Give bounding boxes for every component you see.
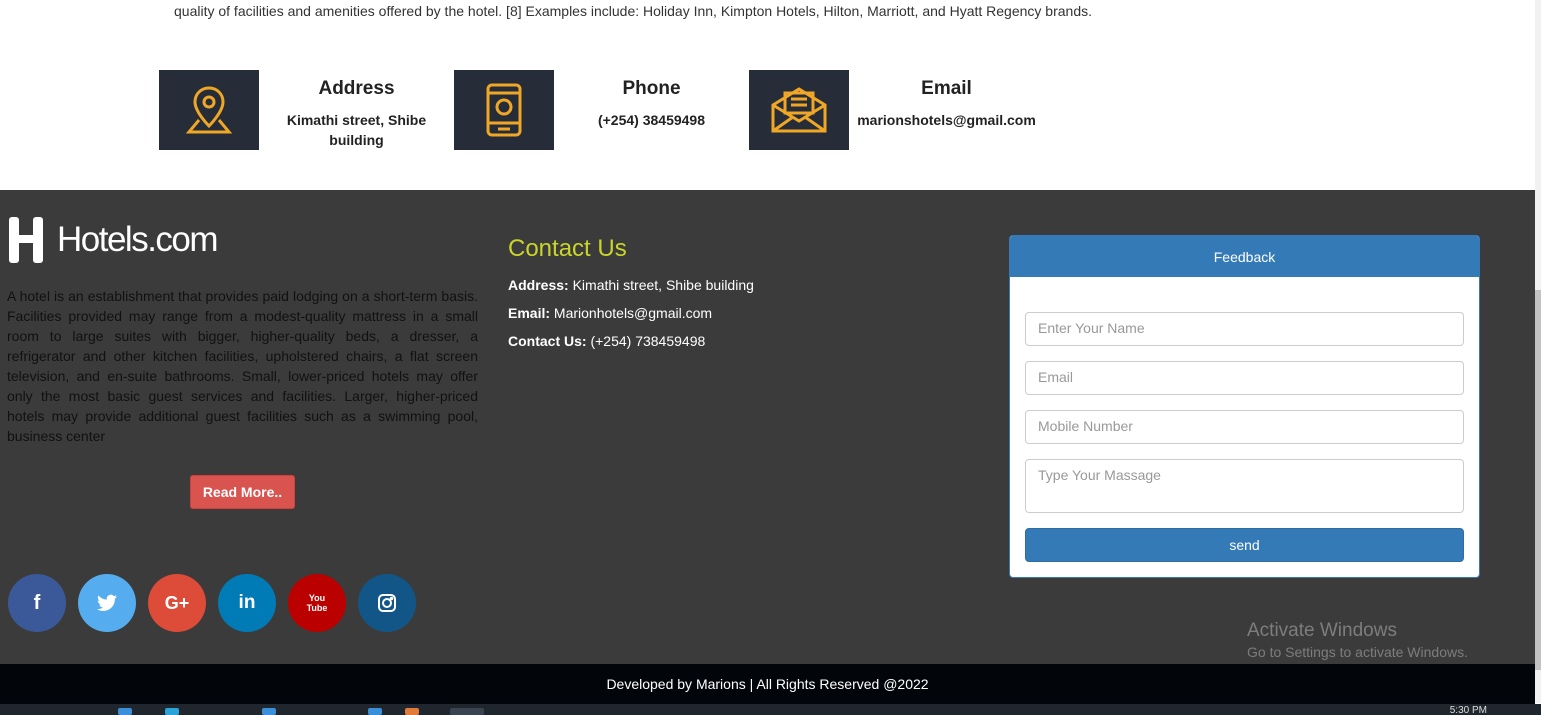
scrollbar-thumb[interactable] xyxy=(1535,290,1541,670)
contact-address: Address: Kimathi street, Shibe building xyxy=(508,277,754,293)
phone-value: (+254) 38459498 xyxy=(597,112,706,128)
address-title: Address xyxy=(318,78,395,99)
read-more-button[interactable]: Read More.. xyxy=(190,475,295,509)
address-value: Kimathi street, Shibe building xyxy=(286,112,427,148)
page: quality of facilities and amenities offe… xyxy=(0,0,1541,715)
intro-text: quality of facilities and amenities offe… xyxy=(174,3,1092,19)
contact-email: Email: Marionhotels@gmail.com xyxy=(508,305,754,321)
hotels-logo[interactable]: Hotels.com xyxy=(7,215,219,265)
linkedin-icon[interactable]: in xyxy=(218,574,276,632)
taskbar-app-icon[interactable] xyxy=(368,708,382,715)
footer: Hotels.com A hotel is an establishment t… xyxy=(0,190,1535,664)
contact-email-value: Marionhotels@gmail.com xyxy=(553,305,713,321)
watermark-subtitle: Go to Settings to activate Windows. xyxy=(1247,644,1468,660)
contact-address-label: Address: xyxy=(508,277,569,293)
contact-phone-value: (+254) 738459498 xyxy=(590,333,706,349)
email-input[interactable]: Email xyxy=(1025,361,1464,395)
facebook-icon[interactable]: f xyxy=(8,574,66,632)
contact-title: Contact Us xyxy=(508,235,627,262)
feedback-title: Feedback xyxy=(1010,236,1479,277)
mobile-input[interactable]: Mobile Number xyxy=(1025,410,1464,444)
logo-h-icon xyxy=(9,217,43,263)
send-button[interactable]: send xyxy=(1025,528,1464,562)
taskbar-app-icon[interactable] xyxy=(262,708,276,715)
taskbar: 5:30 PM xyxy=(0,704,1541,715)
taskbar-clock[interactable]: 5:30 PM xyxy=(1450,705,1487,715)
taskbar-app-icon[interactable] xyxy=(165,708,179,715)
contact-phone-label: Contact Us: xyxy=(508,333,587,349)
phone-title: Phone xyxy=(622,78,681,99)
copyright-bar: Developed by Marions | All Rights Reserv… xyxy=(0,664,1535,704)
about-text: A hotel is an establishment that provide… xyxy=(7,288,478,444)
email-card: Email marionshotels@gmail.com xyxy=(749,70,1044,150)
feedback-panel: Feedback Enter Your Name Email Mobile Nu… xyxy=(1009,235,1480,578)
google-plus-icon[interactable]: G+ xyxy=(148,574,206,632)
instagram-icon[interactable] xyxy=(358,574,416,632)
copyright-text: Developed by Marions | All Rights Reserv… xyxy=(606,676,929,692)
envelope-icon xyxy=(749,70,849,150)
phone-card: Phone (+254) 38459498 xyxy=(454,70,749,150)
contact-email-label: Email: xyxy=(508,305,551,321)
taskbar-app-icon[interactable] xyxy=(118,708,132,715)
activate-windows-watermark: Activate Windows Go to Settings to activ… xyxy=(1247,620,1468,660)
message-textarea[interactable]: Type Your Massage xyxy=(1025,459,1464,513)
taskbar-app-icon[interactable] xyxy=(405,708,419,715)
email-title: Email xyxy=(921,78,972,99)
watermark-title: Activate Windows xyxy=(1247,620,1397,641)
email-value: marionshotels@gmail.com xyxy=(857,112,1036,128)
social-links: f G+ in You Tube xyxy=(8,574,428,632)
map-pin-icon xyxy=(159,70,259,150)
contact-address-value: Kimathi street, Shibe building xyxy=(572,277,754,293)
logo-text: Hotels.com xyxy=(57,220,219,259)
contact-phone: Contact Us: (+254) 738459498 xyxy=(508,333,754,349)
twitter-icon[interactable] xyxy=(78,574,136,632)
phone-icon xyxy=(454,70,554,150)
address-card: Address Kimathi street, Shibe building xyxy=(159,70,454,150)
contact-section: Contact Us Address: Kimathi street, Shib… xyxy=(508,235,754,361)
youtube-icon[interactable]: You Tube xyxy=(288,574,346,632)
name-input[interactable]: Enter Your Name xyxy=(1025,312,1464,346)
taskbar-app-icon[interactable] xyxy=(450,708,484,715)
